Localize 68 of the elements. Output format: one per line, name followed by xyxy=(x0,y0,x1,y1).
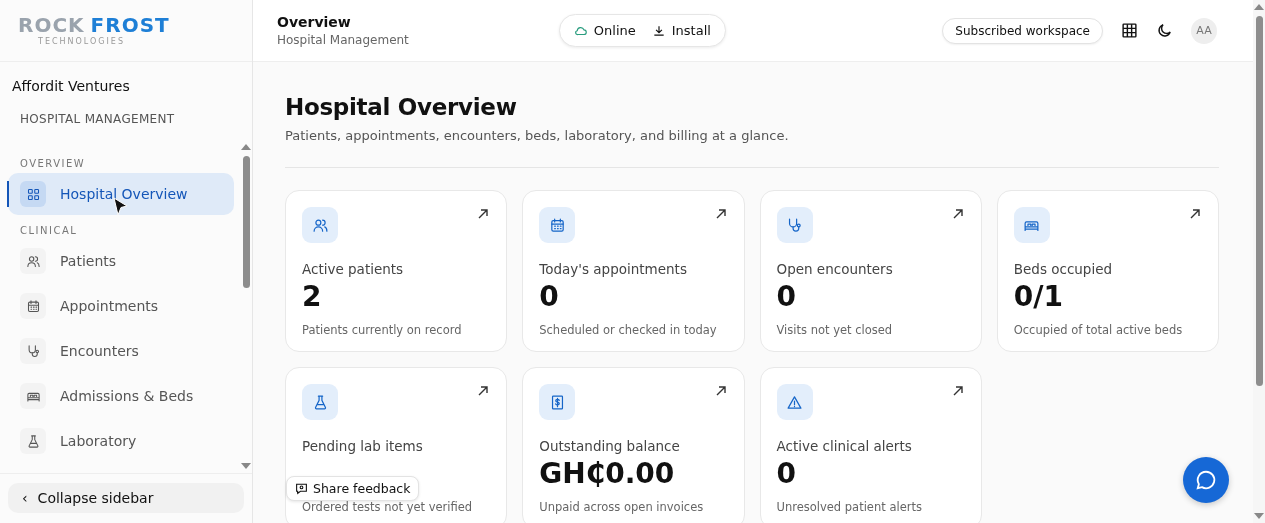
sidebar-item[interactable]: Laboratory xyxy=(8,420,234,462)
card-caption: Unpaid across open invoices xyxy=(539,500,705,514)
arrow-icon[interactable] xyxy=(714,385,727,397)
logo: ROCK FROST TECHNOLOGIES xyxy=(0,0,252,62)
card-caption: Occupied of total active beds xyxy=(1013,323,1184,337)
stethoscope-icon xyxy=(25,343,41,359)
scrollbar[interactable] xyxy=(1253,0,1265,523)
card-label: Active clinical alerts xyxy=(776,438,913,454)
header-title: Overview xyxy=(277,14,352,30)
card-value: 0 xyxy=(539,280,559,313)
section-heading: CLINICAL xyxy=(19,224,79,238)
card-caption: Visits not yet closed xyxy=(776,323,894,337)
page-subtitle: Patients, appointments, encounters, beds, laboratory, and billing at a glance. xyxy=(285,128,790,143)
section-heading: OVERVIEW xyxy=(19,157,87,171)
stat-card[interactable]: Open encounters 0 Visits not yet closed xyxy=(759,190,982,352)
page-title: Hospital Overview xyxy=(285,94,518,120)
card-value: GH₵0.00 xyxy=(539,457,675,490)
flask-icon xyxy=(25,433,41,449)
stat-card[interactable]: Active patients 2 Patients currently on record xyxy=(285,190,508,352)
arrow-icon[interactable] xyxy=(477,385,490,397)
sidebar-item[interactable]: Patients xyxy=(8,240,234,282)
download-icon xyxy=(651,23,666,38)
chat-icon xyxy=(1195,469,1217,491)
arrow-icon[interactable] xyxy=(951,208,964,220)
card-label: Active patients xyxy=(302,261,405,277)
organization-name: Affordit Ventures xyxy=(11,77,131,96)
calendar-icon xyxy=(25,298,41,314)
card-caption: Ordered tests not yet verified xyxy=(302,500,474,514)
collapse-sidebar-button[interactable]: ‹ Collapse sidebar xyxy=(8,483,244,513)
arrow-icon[interactable] xyxy=(1189,208,1201,220)
stethoscope-icon xyxy=(786,216,803,234)
warning-icon xyxy=(786,393,803,411)
module-name: HOSPITAL MANAGEMENT xyxy=(19,111,176,128)
sidebar-item[interactable]: Encounters xyxy=(8,330,234,372)
stat-card[interactable]: Beds occupied 0/1 Occupied of total active beds xyxy=(996,190,1219,352)
card-value: 0 xyxy=(776,280,796,313)
grid-icon[interactable] xyxy=(1121,22,1138,39)
header-subtitle: Hospital Management xyxy=(277,33,409,47)
arrow-icon[interactable] xyxy=(951,385,964,397)
feedback-icon xyxy=(295,482,308,495)
arrow-icon[interactable] xyxy=(714,208,727,220)
workspace-button[interactable]: Subscribed workspace xyxy=(942,17,1103,44)
stat-card[interactable]: Outstanding balance GH₵0.00 Unpaid across open invoices xyxy=(522,367,745,523)
card-value: 2 xyxy=(302,280,322,313)
arrow-icon[interactable] xyxy=(477,208,490,220)
card-label: Outstanding balance xyxy=(539,438,681,454)
card-value: 0 xyxy=(776,457,796,490)
sidebar-item[interactable]: Hospital Overview xyxy=(8,173,234,215)
grid-icon xyxy=(25,186,41,202)
card-label: Beds occupied xyxy=(1013,261,1114,277)
calendar-icon xyxy=(548,216,566,234)
card-caption: Patients currently on record xyxy=(302,323,463,337)
card-caption: Scheduled or checked in today xyxy=(539,323,718,337)
sidebar-item[interactable]: Admissions & Beds xyxy=(8,375,234,417)
stat-card[interactable]: Active clinical alerts 0 Unresolved patient alerts xyxy=(759,367,982,523)
moon-icon[interactable] xyxy=(1156,22,1173,39)
card-caption: Unresolved patient alerts xyxy=(776,500,923,514)
install-button[interactable]: Install xyxy=(651,23,711,38)
users-icon xyxy=(25,253,41,269)
card-label: Today's appointments xyxy=(539,261,688,277)
card-label: Pending lab items xyxy=(302,438,424,454)
online-status: Online xyxy=(573,23,636,38)
share-feedback-button[interactable]: Share feedback xyxy=(286,476,420,501)
avatar[interactable]: AA xyxy=(1191,17,1217,44)
card-label: Open encounters xyxy=(776,261,894,277)
stat-card[interactable]: Today's appointments 0 Scheduled or checked in today xyxy=(522,190,745,352)
sidebar-item[interactable]: Appointments xyxy=(8,285,234,327)
card-value: 0/1 xyxy=(1013,280,1063,313)
